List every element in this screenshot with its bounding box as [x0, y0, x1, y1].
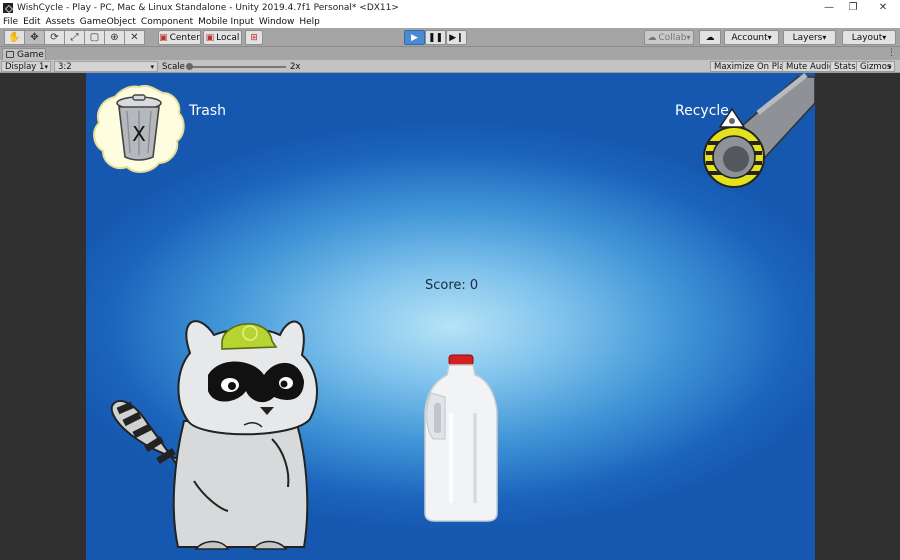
- rotate-tool-icon[interactable]: ⟳: [44, 30, 65, 45]
- step-icon: ▶❙: [449, 32, 464, 43]
- tab-game[interactable]: Game: [2, 48, 46, 60]
- menu-window[interactable]: Window: [259, 17, 295, 27]
- menu-gameobject[interactable]: GameObject: [80, 17, 136, 27]
- cloud-button[interactable]: ☁: [699, 30, 721, 45]
- hand-tool-icon[interactable]: ✋: [4, 30, 25, 45]
- trash-bin-icon[interactable]: X: [91, 81, 187, 179]
- display-label: Display 1: [5, 61, 45, 72]
- transform-tools: ✋ ✥ ⟳ ⤢ ▢ ⊕ ✕: [4, 30, 145, 45]
- scale-tool-icon[interactable]: ⤢: [64, 30, 85, 45]
- gizmos-caret-icon[interactable]: ▾: [888, 61, 892, 72]
- scale-slider-track[interactable]: [188, 66, 286, 68]
- pivot-center-label: Center: [169, 32, 200, 43]
- space-local-button[interactable]: ▣ Local: [203, 30, 242, 45]
- tab-bar: Game ⋮: [0, 47, 900, 60]
- game-canvas[interactable]: X Trash Recycle Score: 0: [86, 73, 815, 560]
- scale-value: 2x: [290, 61, 301, 72]
- layout-dropdown[interactable]: Layout: [842, 30, 896, 45]
- menu-help[interactable]: Help: [299, 17, 320, 27]
- aspect-label: 3:2: [58, 61, 72, 72]
- rect-tool-icon[interactable]: ▢: [84, 30, 105, 45]
- menu-component[interactable]: Component: [141, 17, 193, 27]
- account-label: Account: [731, 32, 768, 43]
- menu-assets[interactable]: Assets: [46, 17, 75, 27]
- aspect-dropdown[interactable]: 3:2 ▾: [54, 61, 158, 72]
- game-view-controls: Display 1 ▾ 3:2 ▾ Scale 2x Maximize On P…: [0, 60, 900, 73]
- move-tool-icon[interactable]: ✥: [24, 30, 45, 45]
- collab-icon: ☁: [647, 32, 657, 43]
- aspect-caret-icon: ▾: [150, 62, 154, 71]
- transform-tool-icon[interactable]: ⊕: [104, 30, 125, 45]
- menu-edit[interactable]: Edit: [23, 17, 40, 27]
- restore-button[interactable]: ❐: [839, 0, 867, 15]
- scale-slider-thumb[interactable]: [186, 63, 193, 70]
- scale-label: Scale: [162, 61, 185, 72]
- window-title: WishCycle - Play - PC, Mac & Linux Stand…: [17, 2, 399, 13]
- layers-dropdown[interactable]: Layers: [783, 30, 836, 45]
- tab-options-icon[interactable]: ⋮: [887, 48, 896, 58]
- step-button[interactable]: ▶❙: [446, 30, 467, 45]
- layers-label: Layers: [792, 32, 823, 43]
- game-view: X Trash Recycle Score: 0: [0, 73, 900, 560]
- window-titlebar: WishCycle - Play - PC, Mac & Linux Stand…: [0, 0, 900, 15]
- close-button[interactable]: ✕: [869, 0, 897, 15]
- pivot-center-button[interactable]: ▣ Center: [158, 30, 201, 45]
- layout-label: Layout: [851, 32, 883, 43]
- raccoon-character[interactable]: [104, 311, 329, 560]
- unity-logo-icon: [3, 2, 13, 13]
- trash-label: Trash: [189, 103, 226, 119]
- grid-snap-icon: ⊞: [250, 32, 258, 43]
- pivot-icon: ▣: [159, 32, 168, 43]
- menu-bar: File Edit Assets GameObject Component Mo…: [0, 15, 900, 28]
- pause-button[interactable]: ❚❚: [425, 30, 446, 45]
- play-icon: ▶: [411, 32, 418, 43]
- tab-game-label: Game: [17, 49, 44, 60]
- play-button[interactable]: ▶: [404, 30, 425, 45]
- main-toolbar: ✋ ✥ ⟳ ⤢ ▢ ⊕ ✕ ▣ Center ▣ Local ⊞ ▶ ❚❚ ▶❙…: [0, 28, 900, 47]
- collab-dropdown[interactable]: ☁ Collab: [644, 30, 694, 45]
- space-icon: ▣: [205, 32, 215, 43]
- snap-grid-button[interactable]: ⊞: [245, 30, 263, 45]
- cloud-icon: ☁: [705, 32, 715, 43]
- trash-can-mark: X: [132, 122, 146, 146]
- account-dropdown[interactable]: Account: [724, 30, 779, 45]
- display-dropdown[interactable]: Display 1 ▾: [1, 61, 51, 72]
- maximize-on-play-toggle[interactable]: Maximize On Play: [710, 61, 794, 72]
- display-caret-icon: ▾: [44, 62, 48, 71]
- menu-mobile-input[interactable]: Mobile Input: [198, 17, 254, 27]
- space-local-label: Local: [216, 32, 240, 43]
- collab-label: Collab: [658, 32, 687, 43]
- menu-file[interactable]: File: [3, 17, 18, 27]
- game-view-icon: [6, 51, 14, 58]
- milk-jug-item[interactable]: [421, 353, 501, 523]
- pause-icon: ❚❚: [427, 32, 444, 43]
- custom-tool-icon[interactable]: ✕: [124, 30, 145, 45]
- recycle-pipe-icon[interactable]: [698, 73, 815, 193]
- score-text: Score: 0: [425, 278, 479, 293]
